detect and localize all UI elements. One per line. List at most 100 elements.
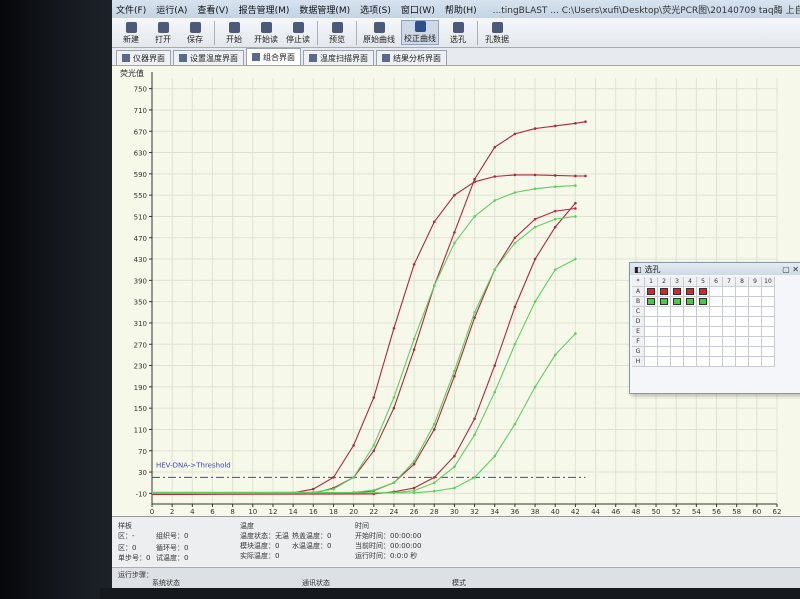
plate-well[interactable] (749, 317, 762, 327)
plate-well[interactable] (710, 337, 723, 347)
plate-well[interactable] (723, 327, 736, 337)
stop-read-button[interactable]: 停止读 (285, 22, 311, 45)
plate-well[interactable] (658, 357, 671, 367)
plate-well[interactable] (697, 307, 710, 317)
plate-well[interactable] (684, 287, 697, 297)
menu-window[interactable]: 窗口(W) (401, 3, 435, 16)
close-icon[interactable]: ▢ ✕ (782, 265, 799, 274)
plate-well[interactable] (749, 307, 762, 317)
plate-well[interactable] (749, 357, 762, 367)
plate-well[interactable] (697, 297, 710, 307)
plate-well[interactable] (684, 357, 697, 367)
tab-temperature-scan[interactable]: 温度扫描界面 (303, 50, 374, 65)
start-button[interactable]: 开始 (221, 22, 247, 45)
plate-well[interactable] (658, 307, 671, 317)
plate-well[interactable] (697, 317, 710, 327)
plate-well[interactable] (645, 327, 658, 337)
raw-curve-button[interactable]: 原始曲线 (363, 22, 395, 45)
plate-well[interactable] (645, 297, 658, 307)
plate-well[interactable] (658, 337, 671, 347)
plate-well[interactable] (762, 317, 775, 327)
plate-well[interactable] (645, 307, 658, 317)
menu-file[interactable]: 文件(F) (116, 3, 146, 16)
tab-temperature-setup[interactable]: 设置温度界面 (173, 50, 244, 65)
plate-well[interactable] (710, 347, 723, 357)
plate-well[interactable] (736, 347, 749, 357)
plate-well[interactable] (736, 327, 749, 337)
menu-help[interactable]: 帮助(H) (445, 3, 477, 16)
plate-well[interactable] (749, 337, 762, 347)
plate-well[interactable] (762, 357, 775, 367)
plate-well[interactable] (658, 327, 671, 337)
plate-well[interactable] (697, 357, 710, 367)
plate-well[interactable] (749, 327, 762, 337)
plate-well[interactable] (736, 337, 749, 347)
plate-well[interactable] (671, 297, 684, 307)
plate-well[interactable] (723, 287, 736, 297)
plate-well[interactable] (645, 357, 658, 367)
tab-combined[interactable]: 组合界面 (246, 48, 301, 65)
plate-well[interactable] (736, 317, 749, 327)
plate-well[interactable] (658, 287, 671, 297)
plate-well[interactable] (723, 357, 736, 367)
plate-well[interactable] (736, 287, 749, 297)
plate-well[interactable] (723, 307, 736, 317)
plate-well[interactable] (671, 347, 684, 357)
well-data-button[interactable]: 孔数据 (484, 22, 510, 45)
plate-well[interactable] (684, 317, 697, 327)
corrected-curve-button[interactable]: 校正曲线 (401, 20, 439, 45)
menu-report[interactable]: 报告管理(M) (239, 3, 290, 16)
plate-well[interactable] (645, 337, 658, 347)
plate-well[interactable] (762, 337, 775, 347)
plate-well[interactable] (723, 337, 736, 347)
plate-well[interactable] (736, 307, 749, 317)
menu-run[interactable]: 运行(A) (156, 3, 187, 16)
plate-well[interactable] (762, 347, 775, 357)
plate-well[interactable] (749, 297, 762, 307)
plate-well[interactable] (762, 327, 775, 337)
plate-well[interactable] (645, 347, 658, 357)
tab-instrument[interactable]: 仪器界面 (116, 50, 171, 65)
plate-well[interactable] (762, 297, 775, 307)
save-button[interactable]: 保存 (182, 22, 208, 45)
plate-well[interactable] (723, 347, 736, 357)
plate-well[interactable] (749, 347, 762, 357)
plate-well[interactable] (645, 287, 658, 297)
new-button[interactable]: 新建 (118, 22, 144, 45)
plate-well[interactable] (762, 287, 775, 297)
plate-well[interactable] (671, 327, 684, 337)
plate-well[interactable] (697, 327, 710, 337)
well-selector-window[interactable]: ◧ 选孔 ▢ ✕ * 1 2 3 4 5 6 7 8 9 10 A B C D E F G H (629, 262, 800, 394)
menu-view[interactable]: 查看(V) (197, 3, 228, 16)
preview-button[interactable]: 预览 (324, 22, 350, 45)
plate-well[interactable] (645, 317, 658, 327)
plate-well[interactable] (710, 357, 723, 367)
menu-options[interactable]: 选项(S) (360, 3, 391, 16)
select-wells-button[interactable]: 选孔 (445, 22, 471, 45)
plate-well[interactable] (710, 307, 723, 317)
plate-well[interactable] (684, 327, 697, 337)
plate-well[interactable] (736, 297, 749, 307)
plate-well[interactable] (723, 297, 736, 307)
open-button[interactable]: 打开 (150, 22, 176, 45)
plate-well[interactable] (684, 337, 697, 347)
plate-well[interactable] (671, 317, 684, 327)
plate-well[interactable] (684, 297, 697, 307)
plate-well[interactable] (671, 357, 684, 367)
plate-well[interactable] (697, 337, 710, 347)
plate-well[interactable] (658, 317, 671, 327)
plate-well[interactable] (723, 317, 736, 327)
plate-well[interactable] (671, 287, 684, 297)
tab-result-analysis[interactable]: 结果分析界面 (376, 50, 447, 65)
plate-well[interactable] (658, 347, 671, 357)
plate-well[interactable] (710, 287, 723, 297)
plate-well[interactable] (710, 317, 723, 327)
plate-well[interactable] (697, 287, 710, 297)
plate-well[interactable] (658, 297, 671, 307)
plate-well[interactable] (684, 347, 697, 357)
plate-well[interactable] (749, 287, 762, 297)
menu-data[interactable]: 数据管理(M) (299, 3, 350, 16)
plate-well[interactable] (710, 297, 723, 307)
plate-well[interactable] (671, 337, 684, 347)
plate-well[interactable] (762, 307, 775, 317)
